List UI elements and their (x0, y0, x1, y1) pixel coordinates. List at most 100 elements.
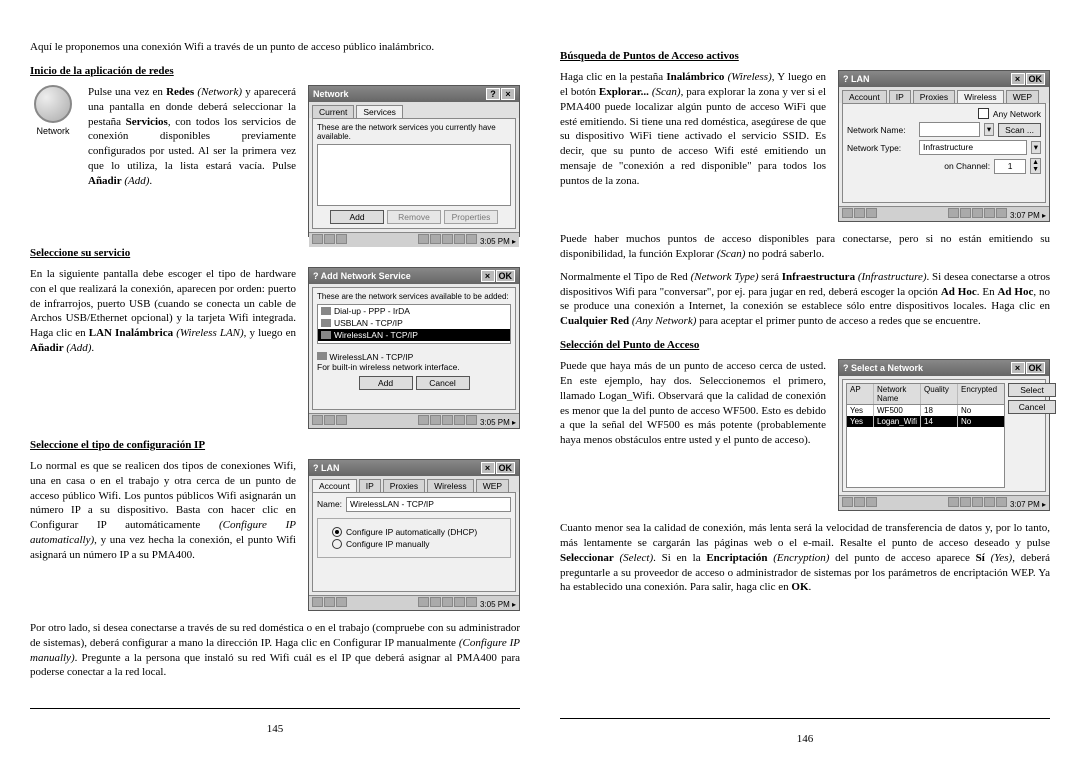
globe-icon (34, 85, 72, 123)
window-title: ? LAN (843, 74, 870, 84)
nettype-label: Network Type: (847, 143, 915, 153)
netname-field[interactable] (919, 122, 980, 137)
properties-button[interactable]: Properties (444, 210, 498, 224)
name-field[interactable]: WirelessLAN - TCP/IP (346, 497, 511, 512)
tab-proxies[interactable]: Proxies (913, 90, 955, 103)
usblan-icon (321, 319, 331, 327)
service-type-list[interactable]: Dial-up - PPP - IrDA USBLAN - TCP/IP Wir… (317, 304, 511, 344)
col-ap: AP (847, 384, 874, 404)
network-app-icon: Network (30, 85, 76, 136)
any-network-label: Any Network (993, 109, 1041, 119)
any-network-checkbox[interactable] (978, 108, 989, 119)
select-button[interactable]: Select (1008, 383, 1056, 397)
hint-text: These are the network services you curre… (317, 123, 511, 141)
tab-account[interactable]: Account (312, 479, 357, 492)
help-icon[interactable]: ? (486, 88, 500, 100)
status-icons (842, 208, 878, 220)
cancel-button[interactable]: Cancel (1008, 400, 1056, 414)
clock: 3:07 PM (1010, 211, 1040, 220)
status-icons (312, 234, 348, 246)
add-button[interactable]: Add (359, 376, 413, 390)
spinner-icon[interactable]: ▲▼ (1030, 158, 1041, 174)
ok-button[interactable]: OK (496, 462, 516, 474)
paragraph-2: En la siguiente pantalla debe escoger el… (30, 267, 296, 356)
clock: 3:07 PM (1010, 500, 1040, 509)
radio-manual[interactable]: Configure IP manually (332, 539, 506, 549)
services-list[interactable] (317, 144, 511, 206)
radio-dhcp[interactable]: Configure IP automatically (DHCP) (332, 527, 506, 537)
screenshot-lan-ip: ? LAN ×OK Account IP Proxies Wireless WE… (308, 459, 520, 611)
tab-ip[interactable]: IP (889, 90, 911, 103)
network-icon-label: Network (30, 126, 76, 136)
list-item[interactable]: USBLAN - TCP/IP (318, 317, 510, 329)
close-icon[interactable]: × (501, 88, 515, 100)
ok-button[interactable]: OK (1026, 362, 1046, 374)
nettype-field[interactable]: Infrastructure (919, 140, 1027, 155)
ok-button[interactable]: OK (1026, 73, 1046, 85)
heading-select-service: Seleccione su servicio (30, 247, 520, 259)
scan-button[interactable]: Scan ... (998, 123, 1041, 137)
remove-button[interactable]: Remove (387, 210, 441, 224)
dropdown-icon[interactable]: ▾ (1031, 141, 1041, 154)
page-number: 146 (560, 723, 1050, 745)
close-icon[interactable]: × (1011, 362, 1025, 374)
channel-label: on Channel: (944, 161, 990, 171)
screenshot-select-network: ? Select a Network ×OK AP Network Name Q… (838, 359, 1050, 511)
paragraph-r1: Haga clic en la pestaña Inalámbrico (Wir… (560, 70, 826, 189)
tab-services[interactable]: Services (356, 105, 403, 118)
heading-select-ap: Selección del Punto de Acceso (560, 339, 1050, 351)
close-icon[interactable]: × (481, 462, 495, 474)
heading-search-ap: Búsqueda de Puntos de Acceso activos (560, 50, 1050, 62)
status-icons (312, 415, 348, 427)
window-title: ? LAN (313, 463, 340, 473)
window-title: ? Add Network Service (313, 271, 411, 281)
table-row[interactable]: Yes WF500 18 No (847, 405, 1004, 416)
desc-line: WirelessLAN - TCP/IP (317, 352, 511, 362)
desc-line: For built-in wireless network interface. (317, 362, 511, 372)
screenshot-add-service: ? Add Network Service ×OK These are the … (308, 267, 520, 429)
list-item[interactable]: Dial-up - PPP - IrDA (318, 305, 510, 317)
window-controls[interactable]: ×OK (1010, 362, 1046, 374)
clock: 3:05 PM (480, 237, 510, 246)
tab-wep[interactable]: WEP (1006, 90, 1039, 103)
close-icon[interactable]: × (1011, 73, 1025, 85)
window-controls[interactable]: ×OK (480, 270, 516, 282)
clock: 3:05 PM (480, 418, 510, 427)
cancel-button[interactable]: Cancel (416, 376, 470, 390)
close-icon[interactable]: × (481, 270, 495, 282)
network-table[interactable]: AP Network Name Quality Encrypted Yes WF… (846, 383, 1005, 488)
ok-button[interactable]: OK (496, 270, 516, 282)
tab-account[interactable]: Account (842, 90, 887, 103)
heading-ip-config: Seleccione el tipo de configuración IP (30, 439, 520, 451)
window-controls[interactable]: ×OK (480, 462, 516, 474)
name-label: Name: (317, 499, 342, 509)
list-item-selected[interactable]: WirelessLAN - TCP/IP (318, 329, 510, 341)
netname-label: Network Name: (847, 125, 915, 135)
page-right: Búsqueda de Puntos de Acceso activos Hag… (560, 40, 1050, 745)
tab-wep[interactable]: WEP (476, 479, 509, 492)
table-row-selected[interactable]: Yes Logan_Wifi 14 No (847, 416, 1004, 427)
dialup-icon (321, 307, 331, 315)
screenshot-network-services: Network ?× Current Services These are th… (308, 85, 520, 237)
add-button[interactable]: Add (330, 210, 384, 224)
dropdown-icon[interactable]: ▾ (984, 123, 994, 136)
tab-proxies[interactable]: Proxies (383, 479, 425, 492)
tab-ip[interactable]: IP (359, 479, 381, 492)
window-controls[interactable]: ?× (485, 88, 515, 100)
status-icons (842, 497, 878, 509)
channel-field[interactable]: 1 (994, 159, 1026, 174)
hint-text: These are the network services available… (317, 292, 511, 301)
tab-current[interactable]: Current (312, 105, 354, 118)
paragraph-4: Por otro lado, si desea conectarse a tra… (30, 621, 520, 680)
window-title: Network (313, 89, 349, 99)
wifi-icon (317, 352, 327, 360)
paragraph-r5: Cuanto menor sea la calidad de conexión,… (560, 521, 1050, 595)
col-quality: Quality (921, 384, 958, 404)
paragraph-r3: Normalmente el Tipo de Red (Network Type… (560, 270, 1050, 329)
heading-start-app: Inicio de la aplicación de redes (30, 65, 520, 77)
tab-wireless[interactable]: Wireless (427, 479, 474, 492)
tab-wireless[interactable]: Wireless (957, 90, 1004, 103)
paragraph-3: Lo normal es que se realicen dos tipos d… (30, 459, 296, 563)
screenshot-lan-wireless: ? LAN ×OK Account IP Proxies Wireless WE… (838, 70, 1050, 222)
window-controls[interactable]: ×OK (1010, 73, 1046, 85)
